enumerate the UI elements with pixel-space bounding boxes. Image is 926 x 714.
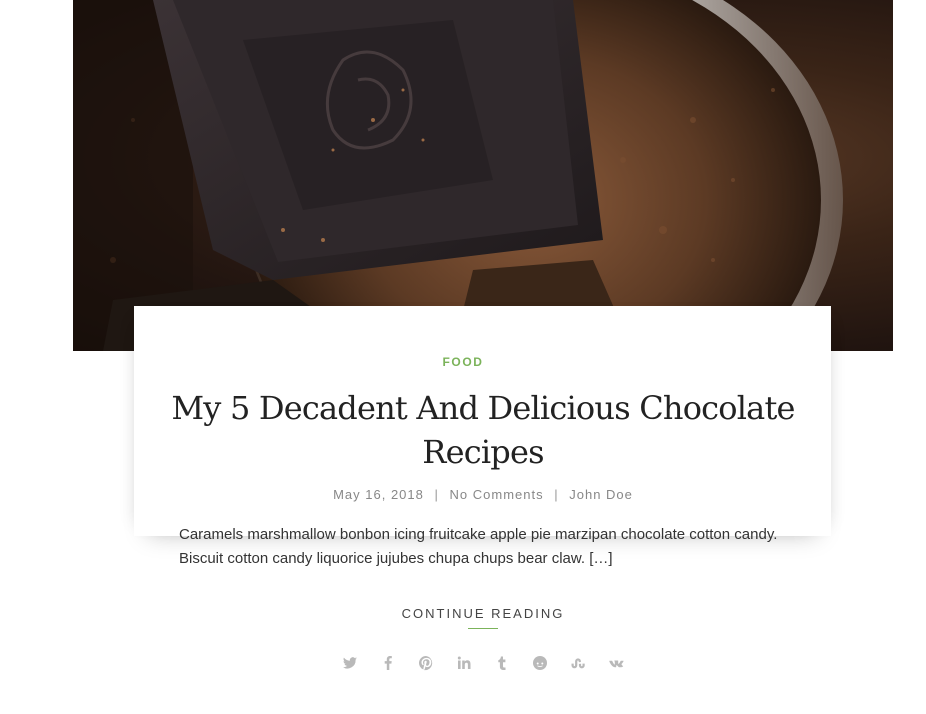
- meta-separator: |: [554, 487, 559, 502]
- stumbleupon-icon[interactable]: [568, 652, 588, 674]
- continue-reading-link[interactable]: CONTINUE READING: [0, 606, 926, 621]
- facebook-icon[interactable]: [378, 652, 398, 674]
- tumblr-icon[interactable]: [492, 652, 512, 674]
- twitter-icon[interactable]: [340, 652, 360, 674]
- post-meta: May 16, 2018 | No Comments | John Doe: [0, 487, 926, 502]
- reddit-icon[interactable]: [530, 652, 550, 674]
- share-icons-bar: [0, 652, 926, 674]
- post-category-link[interactable]: FOOD: [0, 355, 926, 369]
- post-excerpt: Caramels marshmallow bonbon icing fruitc…: [179, 526, 778, 567]
- blog-post-page: FOOD My 5 Decadent And Delicious Chocola…: [0, 0, 926, 714]
- chocolate-photo: [73, 0, 843, 351]
- post-title[interactable]: My 5 Decadent And Delicious Chocolate Re…: [160, 386, 806, 474]
- vk-icon[interactable]: [606, 652, 626, 674]
- continue-reading-underline: [468, 628, 498, 629]
- linkedin-icon[interactable]: [454, 652, 474, 674]
- post-author-link[interactable]: John Doe: [569, 487, 633, 502]
- pinterest-icon[interactable]: [416, 652, 436, 674]
- meta-separator: |: [434, 487, 439, 502]
- post-comments-link[interactable]: No Comments: [450, 487, 544, 502]
- post-date[interactable]: May 16, 2018: [333, 487, 424, 502]
- featured-image[interactable]: [73, 0, 893, 351]
